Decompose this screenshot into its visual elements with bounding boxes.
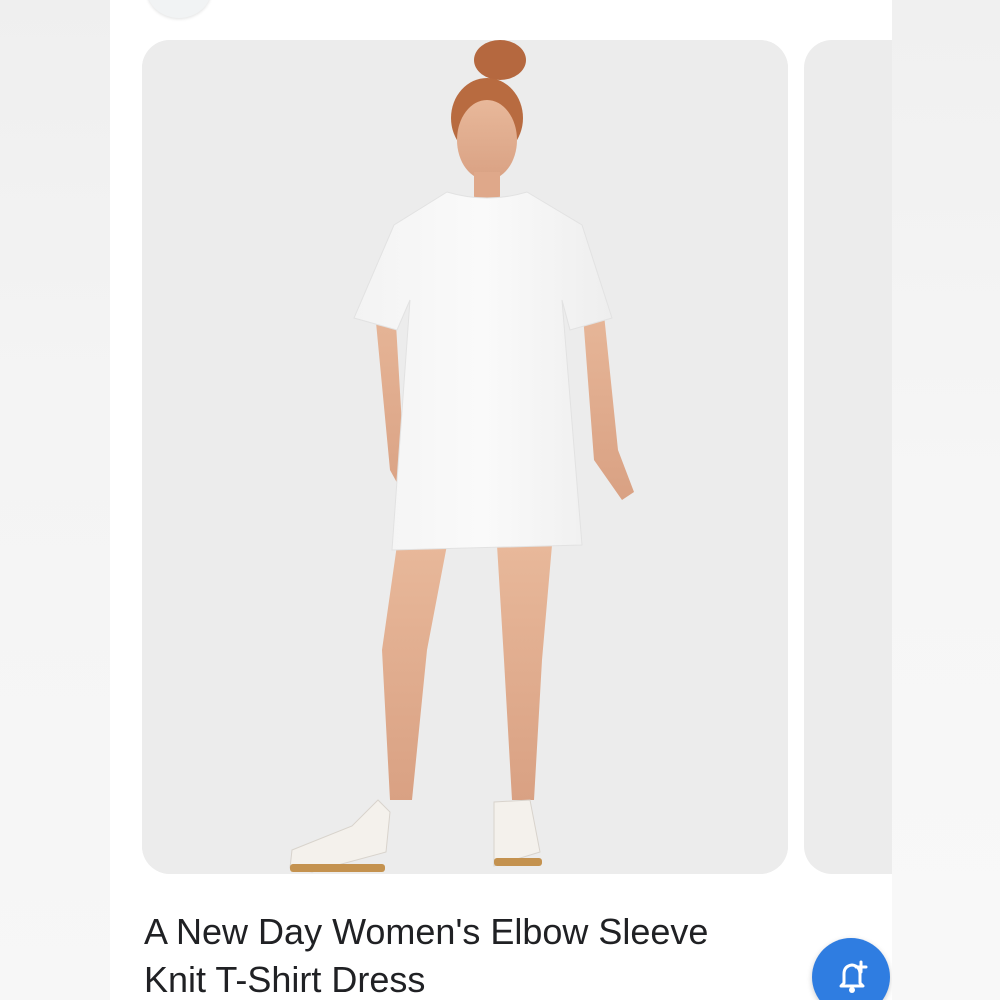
product-image-card[interactable] bbox=[142, 40, 788, 874]
right-blurred-background bbox=[892, 0, 1000, 1000]
product-title-line-2: Knit T-Shirt Dress bbox=[144, 959, 426, 1000]
viewport: A New Day Women's Elbow Sleeve Knit T-Sh… bbox=[0, 0, 1000, 1000]
add-price-alert-button[interactable] bbox=[812, 938, 890, 1000]
product-photo bbox=[142, 40, 788, 874]
left-blurred-background bbox=[0, 0, 110, 1000]
add-alert-icon bbox=[839, 960, 868, 993]
product-title: A New Day Women's Elbow Sleeve Knit T-Sh… bbox=[144, 908, 764, 1000]
product-screen: A New Day Women's Elbow Sleeve Knit T-Sh… bbox=[110, 0, 892, 1000]
product-title-line-1: A New Day Women's Elbow Sleeve bbox=[144, 911, 709, 952]
next-product-image-card[interactable] bbox=[804, 40, 892, 874]
back-button[interactable] bbox=[147, 0, 211, 18]
